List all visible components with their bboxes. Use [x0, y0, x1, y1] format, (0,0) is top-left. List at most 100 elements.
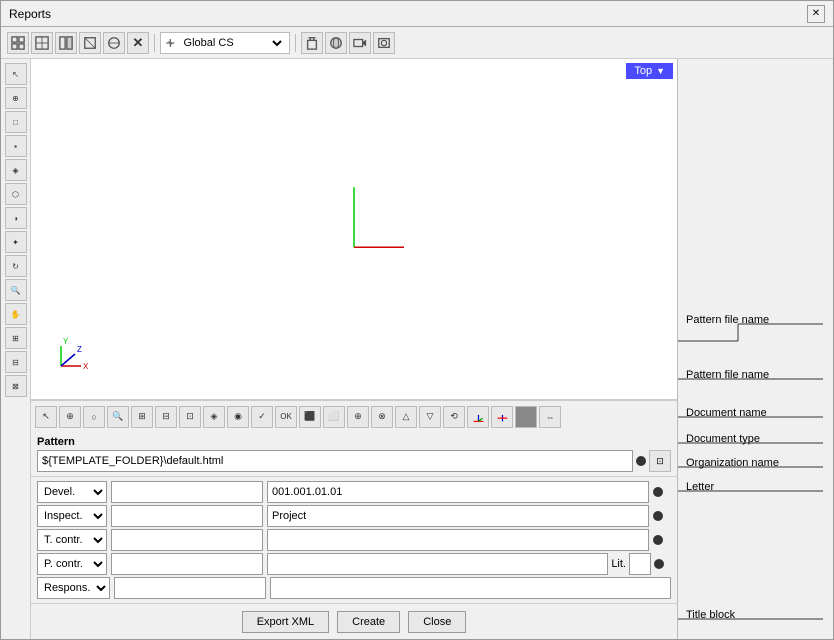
bottom-btn-axes2[interactable] — [491, 406, 513, 428]
viewport: Top ▼ — [31, 59, 677, 400]
form-main-4[interactable] — [267, 553, 608, 575]
bottom-btn-ok[interactable]: OK — [275, 406, 297, 428]
toolbar-btn-sphere[interactable] — [325, 32, 347, 54]
form-select-3[interactable]: T. contr. — [38, 533, 106, 547]
left-btn-solid2[interactable]: ◈ — [5, 159, 27, 181]
left-btn-solid1[interactable]: ▪ — [5, 135, 27, 157]
bottom-btn-8[interactable]: ◈ — [203, 406, 225, 428]
form-dropdown-3[interactable]: T. contr. — [37, 529, 107, 551]
left-btn-light[interactable]: ✦ — [5, 231, 27, 253]
toolbar-btn-delete[interactable] — [301, 32, 323, 54]
toolbar-btn-cam1[interactable] — [349, 32, 371, 54]
cs-dropdown[interactable]: Global CS — [160, 32, 290, 54]
close-window-button[interactable]: ✕ — [807, 5, 825, 23]
form-row-4: P. contr. Lit. — [37, 553, 671, 575]
toolbar-btn-1[interactable] — [7, 32, 29, 54]
form-dropdown-5[interactable]: Respons. — [37, 577, 110, 599]
annotation-pattern-file-1: Pattern file name — [686, 314, 769, 326]
form-text-2[interactable] — [111, 505, 263, 527]
toolbar-btn-cam2[interactable] — [373, 32, 395, 54]
top-toolbar: ✕ Global CS — [1, 27, 833, 59]
bottom-btn-16[interactable]: ▽ — [419, 406, 441, 428]
bottom-btn-17[interactable]: ⟲ — [443, 406, 465, 428]
bottom-btn-axes[interactable] — [467, 406, 489, 428]
left-btn-zoom[interactable]: 🔍 — [5, 279, 27, 301]
toolbar-btn-3[interactable] — [55, 32, 77, 54]
bottom-btn-2[interactable]: ⊕ — [59, 406, 81, 428]
form-text-1[interactable] — [111, 481, 263, 503]
form-select-4[interactable]: P. contr. — [38, 557, 106, 571]
lit-box[interactable] — [629, 553, 651, 575]
form-main-2[interactable] — [267, 505, 649, 527]
form-row-3: T. contr. — [37, 529, 671, 551]
pattern-label: Pattern — [37, 436, 671, 448]
bottom-btn-7[interactable]: ⊡ — [179, 406, 201, 428]
toolbar-btn-5[interactable] — [103, 32, 125, 54]
bottom-btn-11[interactable]: ⬛ — [299, 406, 321, 428]
export-xml-button[interactable]: Export XML — [242, 611, 329, 633]
left-btn-wire[interactable]: ⬡ — [5, 183, 27, 205]
form-text-5[interactable] — [114, 577, 266, 599]
window-title: Reports — [9, 7, 51, 21]
bottom-btn-expand[interactable]: ⇔ — [539, 406, 561, 428]
annotation-org-name: Organization name — [686, 457, 779, 469]
form-dot-4 — [654, 559, 664, 569]
form-main-3[interactable] — [267, 529, 649, 551]
center-panel: Top ▼ — [31, 59, 678, 639]
form-select-2[interactable]: Inspect. — [38, 509, 106, 523]
bottom-toolbar: ↖ ⊕ ○ 🔍 ⊞ ⊟ ⊡ ◈ ◉ ✓ OK ⬛ ⬜ ⊕ ⊗ △ ▽ ⟲ — [31, 400, 677, 432]
bottom-btn-9[interactable]: ◉ — [227, 406, 249, 428]
toolbar-btn-4[interactable] — [79, 32, 101, 54]
bottom-btn-5[interactable]: ⊞ — [131, 406, 153, 428]
form-select-5[interactable]: Respons. — [38, 581, 109, 595]
main-area: ↖ ⊕ □ ▪ ◈ ⬡ ◑ ✦ ↻ 🔍 ✋ ⊞ ⊟ ⊠ Top ▼ — [1, 59, 833, 639]
pattern-browse-btn[interactable]: ⊡ — [649, 450, 671, 472]
view-label[interactable]: Top ▼ — [626, 63, 673, 79]
form-select-1[interactable]: Devel. — [38, 485, 106, 499]
close-button[interactable]: Close — [408, 611, 466, 633]
annotation-document-name: Document name — [686, 407, 767, 419]
toolbar-btn-2[interactable] — [31, 32, 53, 54]
left-btn-fit[interactable]: ⊞ — [5, 327, 27, 349]
create-button[interactable]: Create — [337, 611, 400, 633]
form-dropdown-2[interactable]: Inspect. — [37, 505, 107, 527]
annotation-title-block: Title block — [686, 609, 735, 621]
left-btn-select[interactable]: ⊕ — [5, 87, 27, 109]
bottom-btn-12[interactable]: ⬜ — [323, 406, 345, 428]
pattern-section: Pattern ⊡ — [31, 432, 677, 476]
bottom-btn-14[interactable]: ⊗ — [371, 406, 393, 428]
form-row-2: Inspect. — [37, 505, 671, 527]
cs-select[interactable]: Global CS — [180, 36, 285, 50]
left-btn-cursor[interactable]: ↖ — [5, 63, 27, 85]
left-btn-grid2[interactable]: ⊠ — [5, 375, 27, 397]
left-btn-shade[interactable]: ◑ — [5, 207, 27, 229]
footer: Export XML Create Close — [31, 603, 677, 639]
annotation-letter: Letter — [686, 481, 714, 493]
toolbar-btn-x[interactable]: ✕ — [127, 32, 149, 54]
form-dropdown-4[interactable]: P. contr. — [37, 553, 107, 575]
form-main-5[interactable] — [270, 577, 671, 599]
left-btn-pan[interactable]: ✋ — [5, 303, 27, 325]
toolbar-sep-1 — [154, 34, 155, 52]
view-dropdown-arrow[interactable]: ▼ — [656, 66, 665, 76]
left-btn-layer[interactable]: ⊟ — [5, 351, 27, 373]
form-text-4[interactable] — [111, 553, 263, 575]
bottom-btn-13[interactable]: ⊕ — [347, 406, 369, 428]
bottom-btn-10[interactable]: ✓ — [251, 406, 273, 428]
form-text-3[interactable] — [111, 529, 263, 551]
svg-text:Y: Y — [63, 337, 69, 346]
bottom-btn-3[interactable]: ○ — [83, 406, 105, 428]
form-dropdown-1[interactable]: Devel. — [37, 481, 107, 503]
bottom-btn-gray[interactable] — [515, 406, 537, 428]
bottom-btn-15[interactable]: △ — [395, 406, 417, 428]
left-btn-box[interactable]: □ — [5, 111, 27, 133]
pattern-input[interactable] — [37, 450, 633, 472]
form-row-1: Devel. — [37, 481, 671, 503]
bottom-btn-4[interactable]: 🔍 — [107, 406, 129, 428]
form-main-1[interactable] — [267, 481, 649, 503]
bottom-btn-6[interactable]: ⊟ — [155, 406, 177, 428]
bottom-btn-1[interactable]: ↖ — [35, 406, 57, 428]
left-btn-rotate[interactable]: ↻ — [5, 255, 27, 277]
right-annotations: Pattern file name Pattern file name Docu… — [678, 59, 833, 639]
title-bar: Reports ✕ — [1, 1, 833, 27]
